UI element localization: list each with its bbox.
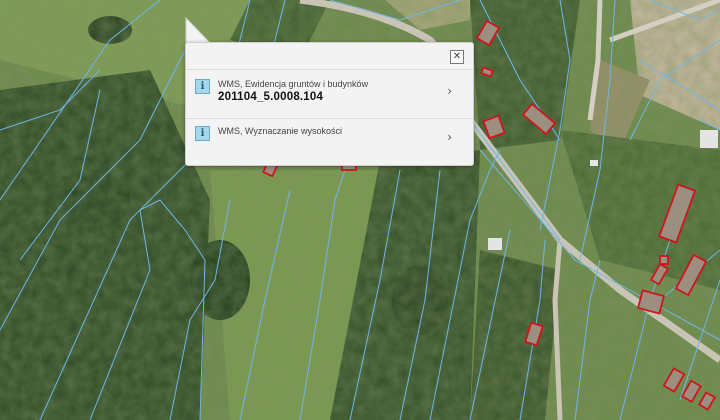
feature-info-item-egib[interactable]: i WMS, Ewidencja gruntów i budynków 2011…	[186, 69, 473, 119]
feature-info-item-elevation[interactable]: i WMS, Wyznaczanie wysokości ›	[186, 117, 473, 165]
building	[659, 255, 669, 265]
popup-pointer	[185, 17, 213, 45]
parcel-identifier: 201104_5.0008.104	[218, 91, 324, 103]
info-icon: i	[195, 126, 210, 141]
layer-name: WMS, Wyznaczanie wysokości	[218, 126, 342, 136]
chevron-right-icon[interactable]: ›	[447, 130, 452, 144]
chevron-right-icon[interactable]: ›	[447, 84, 452, 98]
info-icon: i	[195, 79, 210, 94]
feature-info-popup: ✕ i WMS, Ewidencja gruntów i budynków 20…	[185, 42, 474, 166]
layer-name: WMS, Ewidencja gruntów i budynków	[218, 79, 369, 89]
close-icon[interactable]: ✕	[450, 50, 464, 64]
